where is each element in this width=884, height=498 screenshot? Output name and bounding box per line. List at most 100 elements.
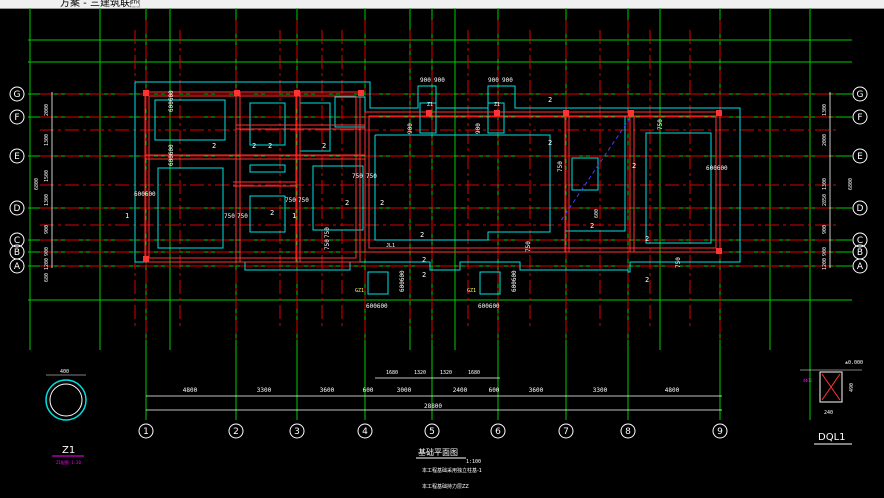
z1-detail: 400 Z1 Z1配筋 1:20 bbox=[45, 369, 87, 465]
bottom-dim-text: 600 bbox=[489, 387, 500, 394]
label-gz1: GZ1 bbox=[467, 288, 476, 294]
label-two: 2 bbox=[422, 256, 426, 264]
label-750: 750 bbox=[285, 197, 296, 204]
left-dim-text: 1500 bbox=[44, 170, 50, 182]
label-900: 900 bbox=[502, 77, 513, 84]
mid-dim-text: 1320 bbox=[440, 370, 452, 376]
rot-label-600: 600 bbox=[594, 209, 600, 218]
dql1-rebar: 4Φ12 bbox=[803, 378, 813, 383]
grid-col-label: 7 bbox=[563, 427, 569, 437]
label-750: 750 bbox=[366, 173, 377, 180]
label-z1: Z1 bbox=[427, 102, 433, 108]
mid-dim-text: 1680 bbox=[468, 370, 480, 376]
right-dim-text: 2850 bbox=[822, 194, 828, 206]
left-dim-text: 1300 bbox=[44, 194, 50, 206]
rot-label-600600: 600600 bbox=[399, 270, 406, 292]
label-two: 2 bbox=[252, 142, 256, 150]
rot-label-900: 900 bbox=[407, 123, 414, 134]
label-one: 1 bbox=[292, 212, 296, 220]
grid-col-label: 6 bbox=[495, 427, 501, 437]
label-two: 2 bbox=[270, 209, 274, 217]
grid-row-label: G bbox=[857, 90, 864, 100]
label-two: 2 bbox=[420, 231, 424, 239]
rot-label-750: 750 bbox=[324, 227, 331, 238]
label-750: 750 bbox=[352, 173, 363, 180]
bottom-dim-text: 3300 bbox=[257, 387, 272, 394]
grid-col-label: 4 bbox=[362, 427, 368, 437]
drawing-note-1: 本工程基础采用独立柱基-1 bbox=[422, 467, 482, 474]
z1-dim: 400 bbox=[60, 369, 69, 375]
label-900: 900 bbox=[420, 77, 431, 84]
label-750: 750 bbox=[237, 213, 248, 220]
mid-dim-text: 1680 bbox=[386, 370, 398, 376]
z1-subtitle: Z1配筋 1:20 bbox=[56, 459, 81, 465]
drawing-note-2: 本工程基础持力层ZZ bbox=[422, 483, 469, 490]
label-two: 2 bbox=[590, 222, 594, 230]
mid-dim-text: 1320 bbox=[414, 370, 426, 376]
vertical-grid-lines bbox=[29, 8, 811, 420]
label-gz1: GZ1 bbox=[355, 288, 364, 294]
label-two: 2 bbox=[212, 142, 216, 150]
rot-label-750: 750 bbox=[324, 239, 331, 250]
left-dim-text: 6800 bbox=[34, 178, 40, 190]
rot-label-750: 750 bbox=[657, 119, 664, 130]
rot-label-750: 750 bbox=[525, 241, 532, 252]
bottom-dim-text: 4800 bbox=[183, 387, 198, 394]
grid-col-label: 8 bbox=[625, 427, 631, 437]
right-dim-text: 1200 bbox=[822, 258, 828, 270]
label-750: 750 bbox=[298, 197, 309, 204]
label-two: 2 bbox=[645, 276, 649, 284]
rot-label-600600: 600600 bbox=[511, 270, 518, 292]
left-dim-text: 1200 bbox=[44, 258, 50, 270]
bottom-dim-text: 4800 bbox=[665, 387, 680, 394]
grid-row-label: E bbox=[14, 152, 20, 162]
drawing-scale: 1:100 bbox=[466, 459, 481, 465]
right-dim-text: 900 bbox=[822, 225, 828, 234]
label-two: 2 bbox=[422, 271, 426, 279]
label-two: 2 bbox=[548, 96, 552, 104]
label-900: 900 bbox=[488, 77, 499, 84]
stair-diagonal bbox=[559, 117, 631, 223]
grid-row-label: A bbox=[857, 262, 864, 272]
rot-label-600600: 600600 bbox=[168, 144, 175, 166]
bottom-total-dim: 28800 bbox=[424, 403, 442, 410]
grid-col-label: 5 bbox=[429, 427, 435, 437]
label-750: 750 bbox=[224, 213, 235, 220]
dql1-detail: ±0.000 4Φ12 490 240 DQL1 bbox=[800, 360, 863, 445]
label-600600: 600600 bbox=[706, 165, 728, 172]
rot-label-750: 750 bbox=[557, 161, 564, 172]
label-600600: 600600 bbox=[478, 303, 500, 310]
dql1-height: 490 bbox=[849, 383, 855, 392]
label-two: 2 bbox=[345, 199, 349, 207]
grid-row-label: E bbox=[857, 152, 863, 162]
rot-label-750: 750 bbox=[675, 257, 682, 268]
label-two: 2 bbox=[380, 199, 384, 207]
grid-row-label: B bbox=[857, 248, 863, 258]
bottom-dim-text: 600 bbox=[363, 387, 374, 394]
left-dim-text: 900 bbox=[44, 225, 50, 234]
grid-row-label: G bbox=[14, 90, 21, 100]
grid-row-label: A bbox=[14, 262, 21, 272]
grid-row-label: D bbox=[857, 204, 864, 214]
right-dim-text: 1300 bbox=[822, 104, 828, 116]
left-dim-text: 2000 bbox=[44, 104, 50, 116]
grid-col-label: 3 bbox=[294, 427, 300, 437]
title-block: 基础平面图 1:100 本工程基础采用独立柱基-1 本工程基础持力层ZZ bbox=[416, 447, 482, 490]
label-600600: 600600 bbox=[134, 191, 156, 198]
rot-label-600600: 600600 bbox=[168, 90, 175, 112]
right-dim-text: 1300 bbox=[822, 178, 828, 190]
z1-title: Z1 bbox=[62, 445, 75, 456]
dql1-elev: ±0.000 bbox=[845, 360, 863, 366]
left-dim-text: 1300 bbox=[44, 134, 50, 146]
bottom-dim-text: 3300 bbox=[593, 387, 608, 394]
grid-row-label: F bbox=[14, 113, 19, 123]
grid-col-label: 9 bbox=[717, 427, 723, 437]
bottom-dim-text: 3000 bbox=[397, 387, 412, 394]
label-600600: 600600 bbox=[366, 303, 388, 310]
bottom-dim-text: 2400 bbox=[453, 387, 468, 394]
label-two: 2 bbox=[268, 142, 272, 150]
left-dim-text: 680 bbox=[44, 273, 50, 282]
grid-col-label: 1 bbox=[143, 427, 149, 437]
cad-canvas[interactable]: G GF FE ED DC CB BA A1 2 3 4 5 6 7 8 9 4800 3300 3600 600 3… bbox=[0, 0, 884, 498]
label-z1: Z1 bbox=[494, 102, 500, 108]
